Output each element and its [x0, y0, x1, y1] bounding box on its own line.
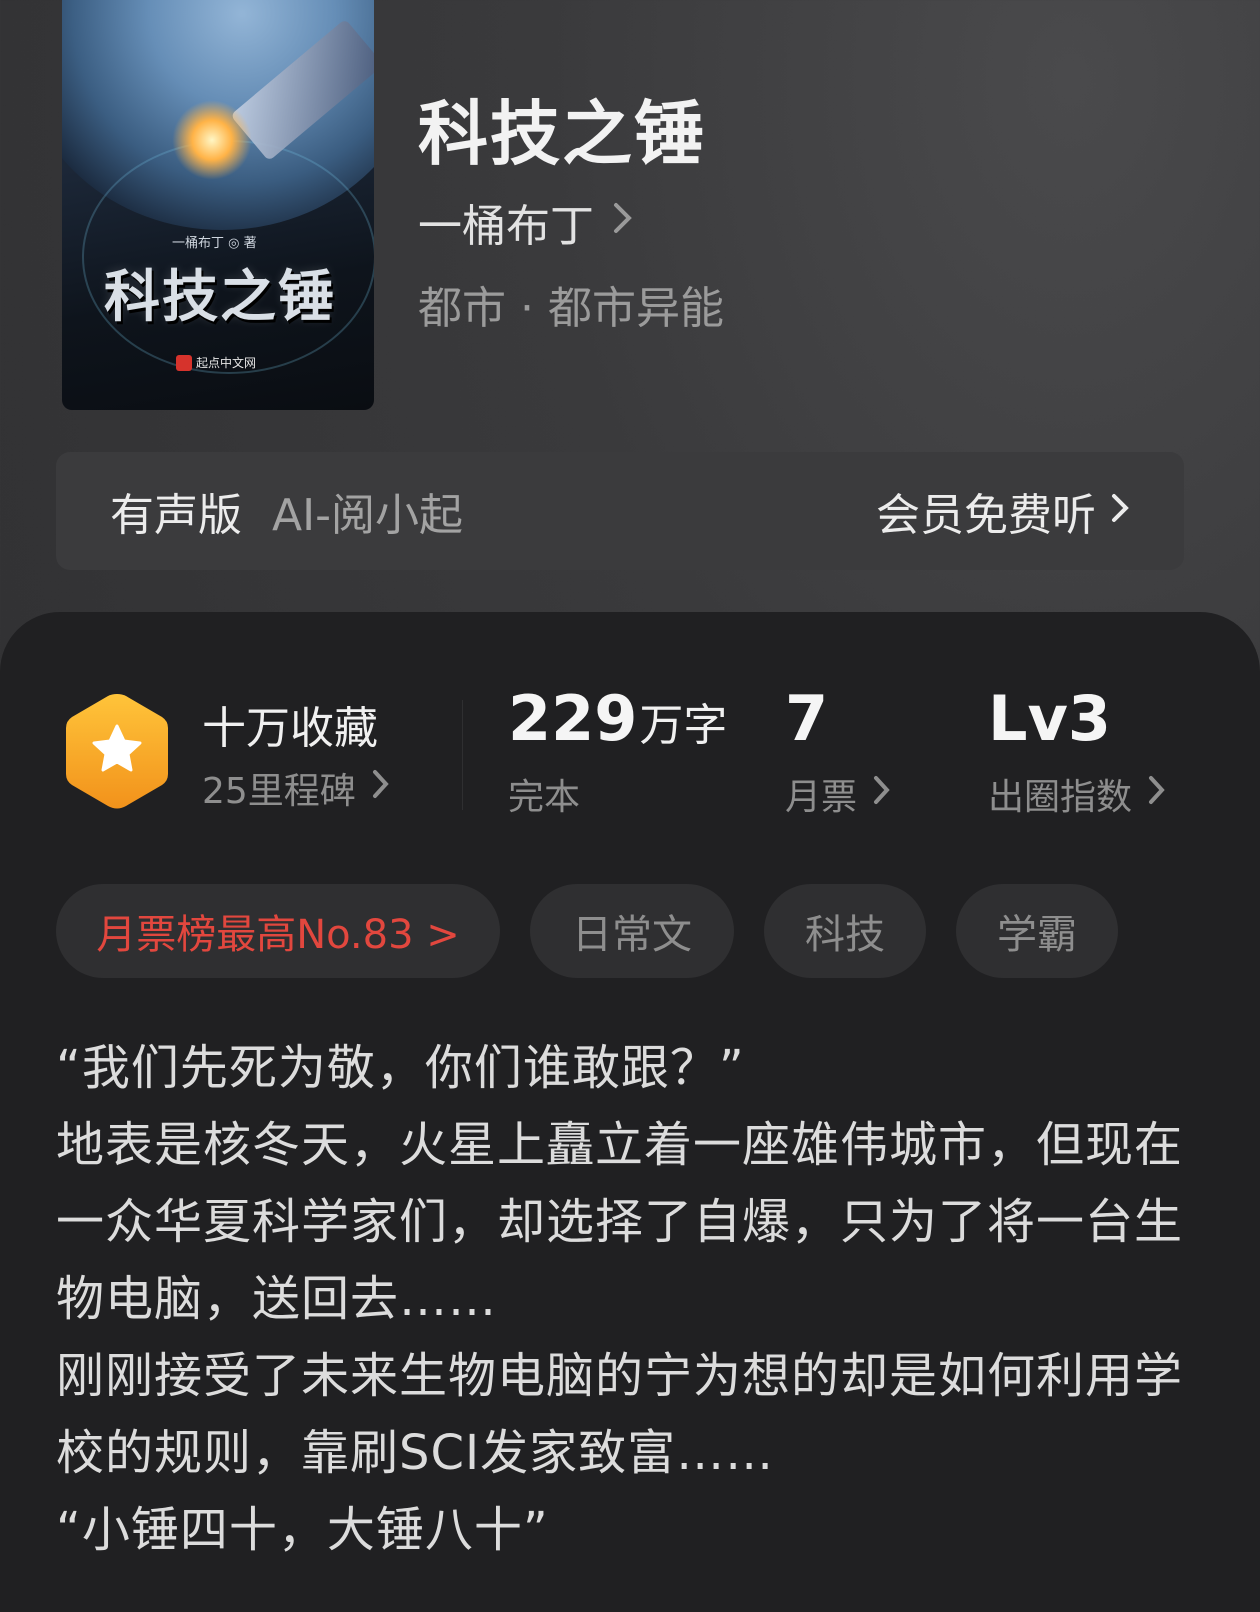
- book-title: 科技之锤: [418, 92, 706, 175]
- popularity-level: Lv3: [988, 682, 1112, 755]
- word-count-number: 229: [508, 682, 638, 755]
- book-cover[interactable]: 一桶布丁 ◎ 著 科技之锤 起点中文网: [62, 0, 374, 410]
- publisher-logo-icon: [176, 354, 192, 371]
- synopsis-line: “我们先死为敬，你们谁敢跟？”: [56, 1040, 745, 1096]
- cover-author-text: 一桶布丁 ◎ 著: [172, 236, 257, 251]
- member-free-listen-label: 会员免费听: [876, 490, 1096, 541]
- tag-tech[interactable]: 科技: [764, 884, 926, 978]
- chevron-right-icon: [1110, 488, 1130, 534]
- book-genre[interactable]: 都市 · 都市异能: [418, 272, 724, 336]
- author-name: 一桶布丁: [418, 201, 594, 252]
- chevron-right-icon: [873, 774, 891, 814]
- cover-publisher: 起点中文网: [176, 354, 256, 371]
- ranking-tag[interactable]: 月票榜最高No.83 >: [56, 884, 500, 978]
- synopsis-line: 地表是核冬天，火星上矗立着一座雄伟城市，但现在一众华夏科学家们，却选择了自爆，只…: [56, 1117, 1184, 1327]
- collection-badge-icon: [62, 690, 172, 812]
- word-count-unit: 万字: [639, 700, 728, 751]
- tag-scholar[interactable]: 学霸: [956, 884, 1118, 978]
- audio-voice: AI-阅小起: [272, 490, 463, 541]
- chevron-right-icon: [612, 200, 634, 244]
- milestone-link[interactable]: 25里程碑: [202, 762, 390, 814]
- word-count: 229 万字: [508, 682, 727, 755]
- audio-version-bar[interactable]: 有声版 AI-阅小起 会员免费听: [56, 452, 1184, 570]
- stat-divider: [462, 700, 463, 810]
- synopsis-line: 刚刚接受了未来生物电脑的宁为想的却是如何利用学校的规则，靠刷SCI发家致富……: [56, 1348, 1184, 1481]
- cover-title-text: 科技之锤: [104, 264, 336, 330]
- chevron-right-icon: [372, 768, 390, 808]
- milestone-label: 25里程碑: [202, 771, 356, 812]
- popularity-index-link[interactable]: 出圈指数: [988, 768, 1166, 820]
- book-status: 完本: [508, 777, 581, 818]
- author-link[interactable]: 一桶布丁: [418, 190, 634, 254]
- collection-title: 十万收藏: [202, 703, 378, 754]
- popularity-index-label: 出圈指数: [988, 777, 1133, 818]
- member-free-listen-button[interactable]: 会员免费听: [876, 479, 1130, 543]
- synopsis-line: “小锤四十，大锤八十”: [56, 1502, 549, 1558]
- monthly-votes-link[interactable]: 月票: [785, 768, 891, 820]
- monthly-votes-number: 7: [785, 682, 829, 755]
- audio-label: 有声版: [110, 490, 242, 541]
- tag-daily[interactable]: 日常文: [530, 884, 734, 978]
- cover-flare-art: [172, 100, 252, 180]
- chevron-right-icon: [1148, 774, 1166, 814]
- cover-publisher-text: 起点中文网: [196, 356, 257, 370]
- monthly-votes-label: 月票: [785, 777, 858, 818]
- synopsis[interactable]: “我们先死为敬，你们谁敢跟？” 地表是核冬天，火星上矗立着一座雄伟城市，但现在一…: [56, 1030, 1196, 1569]
